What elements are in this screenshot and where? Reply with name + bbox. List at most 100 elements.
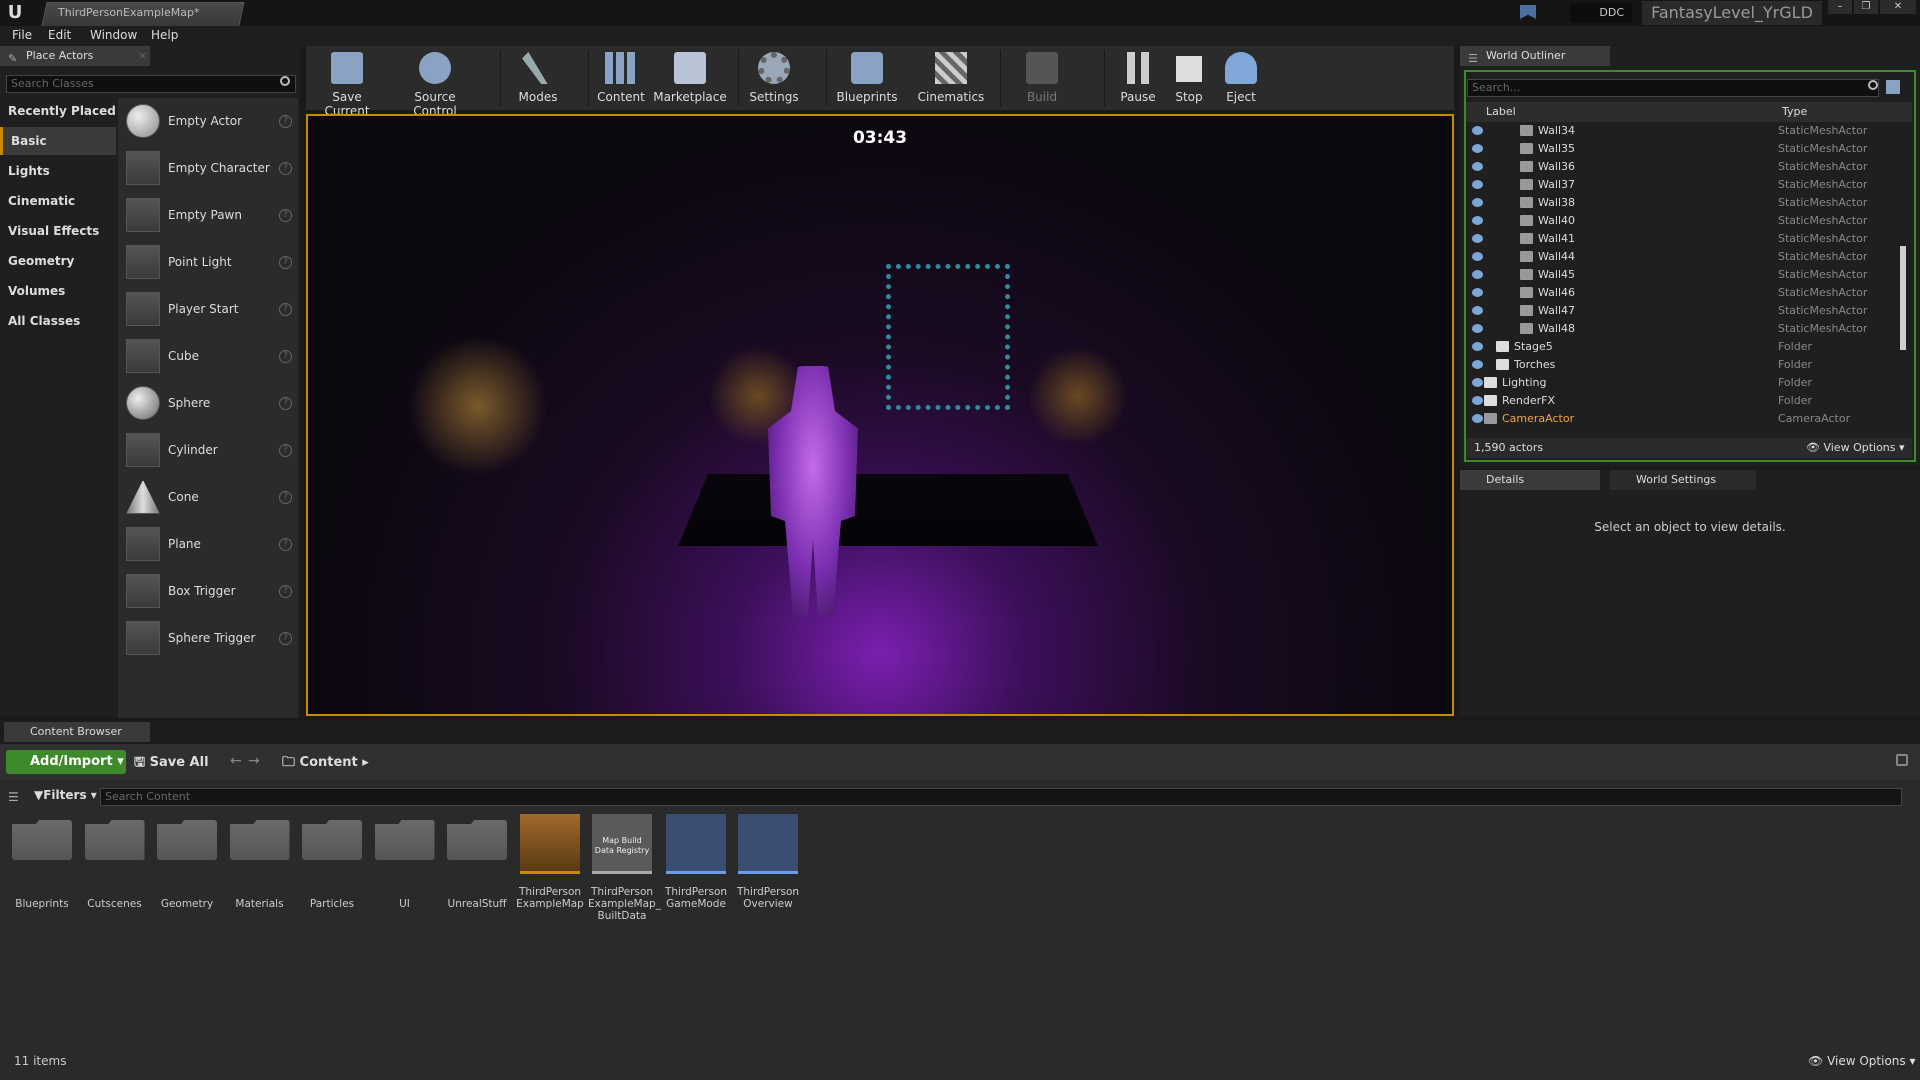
add-folder-icon[interactable] [1886, 80, 1900, 94]
place-actors-tab[interactable]: ✎ Place Actors × [0, 46, 150, 66]
category-cinematic[interactable]: Cinematic [0, 187, 116, 215]
category-all-classes[interactable]: All Classes [0, 307, 116, 335]
visibility-eye-icon[interactable] [1472, 252, 1483, 261]
outliner-row[interactable]: Wall44 StaticMeshActor [1466, 248, 1906, 266]
actor-box-trigger[interactable]: Box Trigger? [124, 570, 296, 614]
close-button[interactable]: ✕ [1880, 0, 1916, 14]
outliner-row[interactable]: Wall41 StaticMeshActor [1466, 230, 1906, 248]
folder-item[interactable]: Materials [226, 814, 294, 918]
filters-button[interactable]: ▼Filters ▾ [34, 788, 97, 802]
asset-thirdperson-gamemode[interactable]: ThirdPerson GameMode [662, 814, 730, 918]
outliner-row[interactable]: Wall35 StaticMeshActor [1466, 140, 1906, 158]
help-icon[interactable]: ? [279, 585, 292, 598]
modes-button[interactable]: Modes [502, 48, 574, 108]
help-icon[interactable]: ? [279, 491, 292, 504]
help-icon[interactable]: ? [279, 209, 292, 222]
outliner-row[interactable]: Torches Folder [1466, 356, 1906, 374]
maximize-button[interactable]: ❐ [1854, 0, 1878, 14]
actor-empty-character[interactable]: Empty Character? [124, 147, 296, 191]
visibility-eye-icon[interactable] [1472, 162, 1483, 171]
path-breadcrumb[interactable]: 🗀 Content ▸ [282, 753, 369, 775]
blueprints-button[interactable]: Blueprints [831, 48, 903, 108]
sources-toggle-icon[interactable]: ☰ [8, 790, 19, 804]
help-icon[interactable]: ? [279, 444, 292, 457]
help-icon[interactable]: ? [279, 162, 292, 175]
type-column-header[interactable]: Type [1782, 105, 1807, 118]
actor-player-start[interactable]: Player Start? [124, 288, 296, 332]
build-button[interactable]: Build [1006, 48, 1078, 108]
ddc-button[interactable]: DDC [1570, 3, 1632, 23]
outliner-row[interactable]: Stage5 Folder [1466, 338, 1906, 356]
visibility-eye-icon[interactable] [1472, 234, 1483, 243]
outliner-row[interactable]: Lighting Folder [1466, 374, 1906, 392]
content-browser-tab[interactable]: Content Browser [4, 722, 150, 742]
minimize-button[interactable]: – [1828, 0, 1852, 14]
marketplace-button[interactable]: Marketplace [652, 48, 728, 108]
help-icon[interactable]: ? [279, 397, 292, 410]
asset-thirdperson-builtdata[interactable]: Map Build Data Registry ThirdPerson Examp… [588, 814, 661, 922]
visibility-eye-icon[interactable] [1472, 126, 1483, 135]
outliner-search-input[interactable]: Search... [1467, 79, 1879, 97]
visibility-eye-icon[interactable] [1472, 396, 1483, 405]
outliner-row[interactable]: Wall48 StaticMeshActor [1466, 320, 1906, 338]
outliner-row[interactable]: RenderFX Folder [1466, 392, 1906, 410]
help-icon[interactable]: ? [279, 256, 292, 269]
outliner-row[interactable]: Wall40 StaticMeshActor [1466, 212, 1906, 230]
label-column-header[interactable]: Label [1486, 105, 1516, 118]
menu-edit[interactable]: Edit [48, 28, 71, 42]
save-all-button[interactable]: 🖫 Save All [134, 753, 209, 775]
actor-empty-pawn[interactable]: Empty Pawn? [124, 194, 296, 238]
world-settings-tab[interactable]: World Settings [1610, 470, 1756, 490]
actor-cylinder[interactable]: Cylinder? [124, 429, 296, 473]
help-icon[interactable]: ? [279, 632, 292, 645]
history-back-icon[interactable]: ← [230, 753, 242, 769]
cb-view-options-button[interactable]: 👁 View Options ▾ [1808, 1054, 1916, 1068]
settings-button[interactable]: Settings [738, 48, 810, 108]
visibility-eye-icon[interactable] [1472, 414, 1483, 423]
actor-sphere-trigger[interactable]: Sphere Trigger? [124, 617, 296, 661]
menu-file[interactable]: File [12, 28, 32, 42]
visibility-eye-icon[interactable] [1472, 216, 1483, 225]
history-forward-icon[interactable]: → [248, 753, 260, 769]
folder-item[interactable]: UnrealStuff [443, 814, 511, 918]
actor-cone[interactable]: Cone? [124, 476, 296, 520]
folder-item[interactable]: Geometry [153, 814, 221, 918]
close-tab-icon[interactable]: × [138, 46, 147, 66]
category-visual-effects[interactable]: Visual Effects [0, 217, 116, 245]
outliner-row[interactable]: Wall34 StaticMeshActor [1466, 122, 1906, 140]
search-content-input[interactable]: Search Content [100, 788, 1902, 806]
folder-item[interactable]: UI [371, 814, 439, 918]
menu-help[interactable]: Help [151, 28, 178, 42]
outliner-scrollbar[interactable] [1900, 246, 1906, 350]
visibility-eye-icon[interactable] [1472, 306, 1483, 315]
level-viewport[interactable]: 03:43 [306, 114, 1454, 716]
folder-item[interactable]: Blueprints [8, 814, 76, 918]
view-options-button[interactable]: 👁 View Options ▾ [1806, 441, 1905, 454]
eject-button[interactable]: Eject [1206, 48, 1276, 108]
save-current-button[interactable]: Save Current [311, 48, 383, 118]
visibility-eye-icon[interactable] [1472, 378, 1483, 387]
world-outliner-tab[interactable]: ☰ World Outliner [1460, 46, 1610, 66]
outliner-row[interactable]: Wall45 StaticMeshActor [1466, 266, 1906, 284]
outliner-row[interactable]: Wall37 StaticMeshActor [1466, 176, 1906, 194]
cinematics-button[interactable]: Cinematics [913, 48, 989, 108]
asset-thirdperson-examplemap[interactable]: ThirdPerson ExampleMap [516, 814, 584, 918]
outliner-row[interactable]: Wall36 StaticMeshActor [1466, 158, 1906, 176]
category-volumes[interactable]: Volumes [0, 277, 116, 305]
category-geometry[interactable]: Geometry [0, 247, 116, 275]
visibility-eye-icon[interactable] [1472, 288, 1483, 297]
category-basic[interactable]: Basic [0, 127, 116, 155]
category-recently-placed[interactable]: Recently Placed [0, 97, 116, 125]
add-import-button[interactable]: Add/Import ▾ [6, 750, 126, 774]
search-classes-input[interactable]: Search Classes [6, 75, 296, 93]
menu-window[interactable]: Window [90, 28, 137, 42]
visibility-eye-icon[interactable] [1472, 360, 1483, 369]
help-icon[interactable]: ? [279, 350, 292, 363]
outliner-row[interactable]: CameraActor CameraActor [1466, 410, 1906, 428]
visibility-eye-icon[interactable] [1472, 144, 1483, 153]
outliner-row[interactable]: Wall38 StaticMeshActor [1466, 194, 1906, 212]
lock-icon[interactable] [1896, 754, 1908, 766]
visibility-eye-icon[interactable] [1472, 180, 1483, 189]
unreal-logo-icon[interactable]: U [4, 2, 26, 24]
help-icon[interactable]: ? [279, 303, 292, 316]
